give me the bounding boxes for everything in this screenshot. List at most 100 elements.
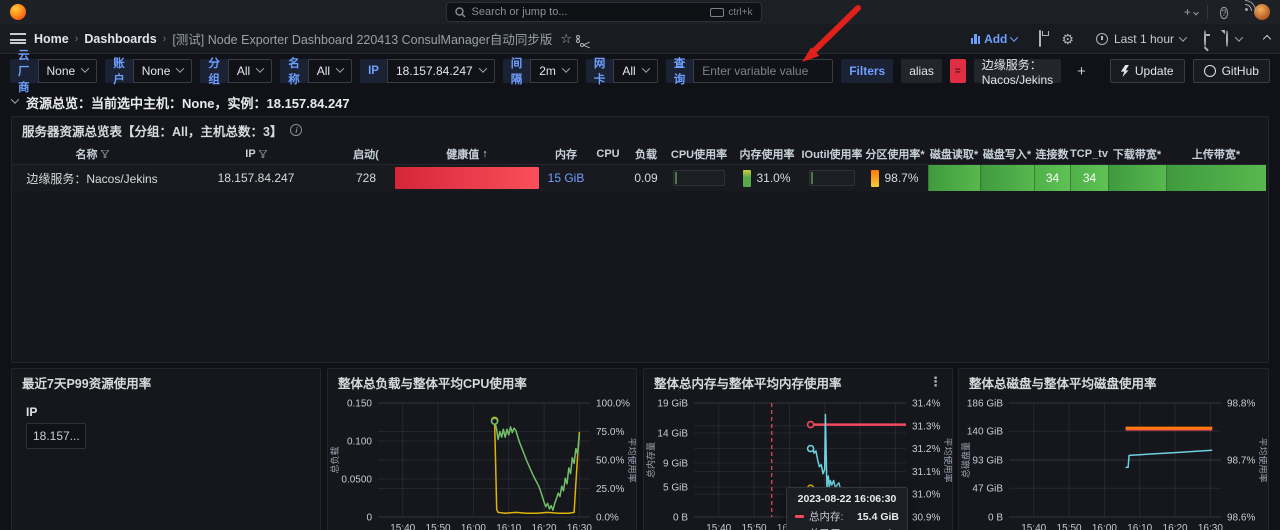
update-button[interactable]: Update [1109, 59, 1185, 83]
green-metric-cell [928, 165, 980, 191]
svg-text:16:30: 16:30 [567, 523, 592, 530]
variable-6: 网卡 All [585, 58, 658, 86]
avatar[interactable] [1254, 4, 1270, 20]
line-chart[interactable]: 0 B 47 GiB 93 GiB 140 GiB 186 GiB 98.6% 98.7% 9… [959, 395, 1269, 530]
collapse-top-icon[interactable] [1262, 34, 1272, 43]
table-header-cell[interactable]: 名称 [12, 146, 172, 162]
svg-text:16:00: 16:00 [461, 523, 486, 530]
sort-arrow-icon: ↑ [482, 147, 488, 160]
gauge-bar [743, 169, 752, 187]
chevron-down-icon [335, 64, 345, 73]
memory-chart-title: 整体总内存与整体平均内存使用率 [654, 376, 842, 391]
table-header-cell[interactable]: 健康值 ↑ [392, 146, 542, 162]
green-metric-cell [980, 165, 1034, 191]
svg-text:平均使用率: 平均使用率 [627, 437, 636, 482]
table-header-cell[interactable]: CPU使用率 [666, 146, 732, 162]
table-cell: 31.0% [732, 165, 802, 191]
svg-text:16:00: 16:00 [1092, 523, 1117, 530]
variable-select[interactable]: 18.157.84.247 [386, 59, 495, 83]
dashboard-row-header[interactable]: 资源总览：当前选中主机：None，实例：18.157.84.247 [0, 88, 1280, 116]
variable-label[interactable]: 分组 [200, 58, 228, 86]
settings-gear-icon[interactable] [1061, 32, 1074, 46]
adhoc-filters-label[interactable]: Filters [841, 59, 894, 83]
svg-text:0 B: 0 B [673, 513, 688, 524]
table-header-cell[interactable]: TCP_tv [1070, 148, 1108, 160]
table-header-cell[interactable]: IP [172, 148, 340, 160]
variable-label[interactable]: 账户 [105, 58, 133, 86]
svg-text:15:40: 15:40 [1021, 523, 1046, 530]
svg-text:25.0%: 25.0% [596, 484, 624, 495]
p99-ip-input[interactable] [26, 423, 86, 449]
line-chart[interactable]: 0 0.0500 0.100 0.150 0.0% 25.0% 50.0% 75.0% 100.… [328, 395, 638, 530]
table-panel-title: 服务器资源总览表【分组：All，主机总数：3】 [22, 124, 283, 139]
variable-label[interactable]: 网卡 [585, 58, 614, 86]
add-panel-button[interactable]: Add [970, 32, 1019, 46]
filter-icon[interactable] [100, 149, 109, 158]
green-metric-cell: 34 [1034, 165, 1070, 191]
breadcrumb-dashboards[interactable]: Dashboards [84, 32, 156, 46]
table-header-cell[interactable]: 上传带宽* [1166, 146, 1266, 162]
variable-label[interactable]: 名称 [280, 58, 308, 86]
chevron-down-icon [561, 64, 571, 73]
search-icon [454, 6, 465, 17]
new-button[interactable]: + [1181, 5, 1201, 19]
keyboard-icon [710, 7, 725, 17]
series-marker [795, 515, 804, 518]
variable-label[interactable]: 间隔 [502, 58, 531, 86]
variable-select[interactable]: None [37, 59, 98, 83]
table-header-cell[interactable]: 分区使用率* [862, 146, 928, 162]
time-range-picker[interactable]: Last 1 hour [1095, 32, 1188, 46]
health-bar [395, 167, 539, 189]
variable-label-query[interactable]: 查询 [665, 58, 694, 86]
green-metric-cell [1108, 165, 1166, 191]
top-header: Search or jump to... ctrl+k + ? [0, 0, 1280, 24]
menu-icon[interactable] [10, 33, 26, 44]
query-variable: 查询 [665, 58, 834, 86]
search-input[interactable]: Search or jump to... ctrl+k [445, 2, 762, 22]
table-header-cell[interactable]: 内存使用率 [732, 146, 802, 162]
add-filter-button[interactable]: + [1069, 59, 1094, 83]
table-header-cell[interactable]: 磁盘写入* [980, 146, 1034, 162]
refresh-interval-chevron[interactable] [1234, 32, 1244, 42]
variable-select[interactable]: All [227, 59, 273, 83]
variable-select[interactable]: 2m [530, 59, 578, 83]
variable-select[interactable]: All [613, 59, 658, 83]
query-variable-input[interactable] [693, 59, 834, 83]
variable-label[interactable]: IP [360, 59, 387, 83]
adhoc-filter-operator-chip[interactable]: = [949, 59, 966, 83]
refresh-icon[interactable] [1226, 30, 1228, 47]
zoom-out-icon[interactable] [1204, 30, 1210, 47]
table-header-cell[interactable]: IOutil使用率 [802, 146, 862, 162]
filter-icon[interactable] [258, 149, 267, 158]
green-metric-cell [1166, 165, 1266, 191]
adhoc-filter-key-chip[interactable]: alias [901, 59, 942, 83]
svg-text:平均使用率: 平均使用率 [943, 437, 952, 482]
star-icon[interactable] [560, 32, 572, 45]
table-header-cell[interactable]: 连接数 [1034, 146, 1070, 162]
github-button[interactable]: GitHub [1192, 59, 1270, 83]
table-header-cell[interactable]: 负载 [626, 146, 666, 162]
svg-text:总内存量: 总内存量 [645, 442, 656, 478]
table-header-cell[interactable]: 内存 [542, 146, 590, 162]
table-header-cell[interactable]: CPU [590, 148, 626, 160]
variable-label[interactable]: 云厂商 [10, 50, 38, 94]
adhoc-filter-value-chip[interactable]: 边缘服务：Nacos/Jekins [973, 58, 1062, 87]
save-dashboard-icon[interactable] [1039, 30, 1042, 47]
svg-text:31.1%: 31.1% [912, 467, 940, 478]
svg-text:31.2%: 31.2% [912, 444, 940, 455]
variable-select[interactable]: All [307, 59, 353, 83]
variable-select[interactable]: None [132, 59, 193, 83]
breadcrumb-home[interactable]: Home [34, 32, 69, 46]
table-header-cell[interactable]: 下载带宽* [1108, 146, 1166, 162]
info-icon[interactable]: i [290, 124, 303, 136]
svg-text:98.6%: 98.6% [1227, 513, 1255, 524]
help-icon[interactable]: ? [1214, 5, 1234, 19]
grafana-logo-icon[interactable] [10, 4, 26, 20]
svg-text:31.0%: 31.0% [912, 490, 940, 501]
nav-toolbar: Home › Dashboards › [测试] Node Exporter D… [0, 24, 1280, 54]
table-cell[interactable]: 15 GiB [542, 165, 590, 191]
table-header-cell[interactable]: 磁盘读取* [928, 146, 980, 162]
bar-chart-icon [970, 33, 981, 44]
table-header-cell[interactable]: 启动( [340, 146, 392, 162]
panel-kebab-menu-icon[interactable] [929, 374, 942, 390]
